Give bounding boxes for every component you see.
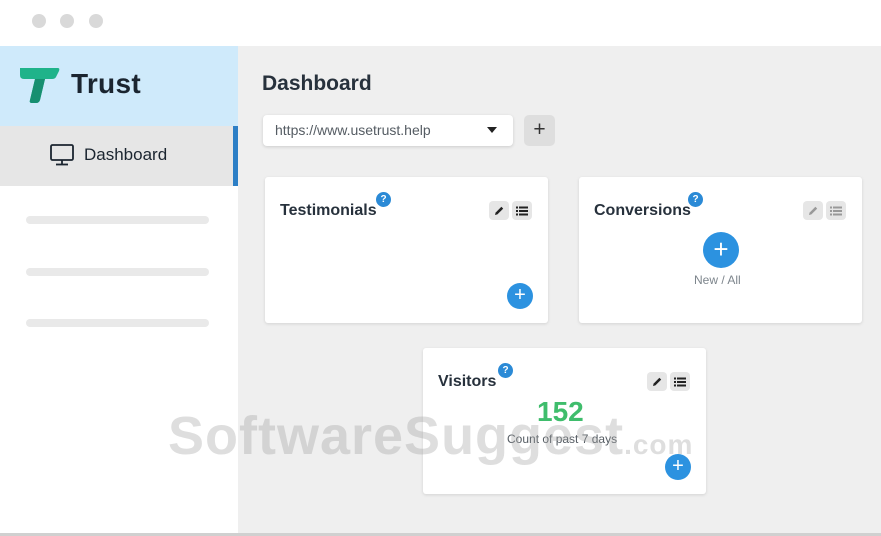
sidebar-placeholder (26, 268, 209, 276)
site-select-value: https://www.usetrust.help (275, 122, 431, 138)
help-icon[interactable]: ? (498, 363, 513, 378)
add-conversion-button[interactable]: + (703, 232, 739, 268)
page-title: Dashboard (262, 72, 372, 95)
watermark: SoftwareSuggest.com (168, 405, 693, 467)
add-testimonial-button[interactable]: + (507, 283, 533, 309)
window-minimize-button[interactable] (60, 14, 74, 28)
watermark-text: SoftwareSuggest (168, 406, 625, 466)
list-icon (516, 206, 528, 216)
conversions-widget: Conversions ? + New / All (579, 177, 862, 323)
list-icon (830, 206, 842, 216)
list-button[interactable] (826, 201, 846, 220)
brand-header: Trust (0, 46, 238, 126)
window-titlebar (0, 0, 881, 46)
widget-title: Conversions (594, 202, 691, 219)
widget-title: Visitors (438, 373, 497, 390)
help-icon[interactable]: ? (688, 192, 703, 207)
testimonials-widget: Testimonials ? + (265, 177, 548, 323)
sidebar-item-dashboard[interactable]: Dashboard (0, 126, 238, 186)
sidebar-placeholder (26, 319, 209, 327)
chevron-down-icon (487, 127, 497, 133)
list-button[interactable] (670, 372, 690, 391)
pencil-icon (653, 377, 662, 386)
pencil-icon (809, 206, 818, 215)
site-select[interactable]: https://www.usetrust.help (263, 115, 513, 146)
pencil-icon (495, 206, 504, 215)
sidebar-placeholder (26, 216, 209, 224)
sidebar-item-label: Dashboard (84, 145, 168, 164)
edit-button[interactable] (803, 201, 823, 220)
list-button[interactable] (512, 201, 532, 220)
watermark-suffix: .com (624, 429, 694, 460)
trust-logo-icon (20, 68, 60, 103)
edit-button[interactable] (489, 201, 509, 220)
widget-title: Testimonials (280, 202, 377, 219)
window-maximize-button[interactable] (89, 14, 103, 28)
monitor-icon (50, 144, 74, 166)
list-icon (674, 377, 686, 387)
window-close-button[interactable] (32, 14, 46, 28)
edit-button[interactable] (647, 372, 667, 391)
conversion-caption: New / All (694, 273, 741, 287)
brand-name: Trust (71, 68, 141, 99)
help-icon[interactable]: ? (376, 192, 391, 207)
add-site-button[interactable]: + (524, 115, 555, 146)
